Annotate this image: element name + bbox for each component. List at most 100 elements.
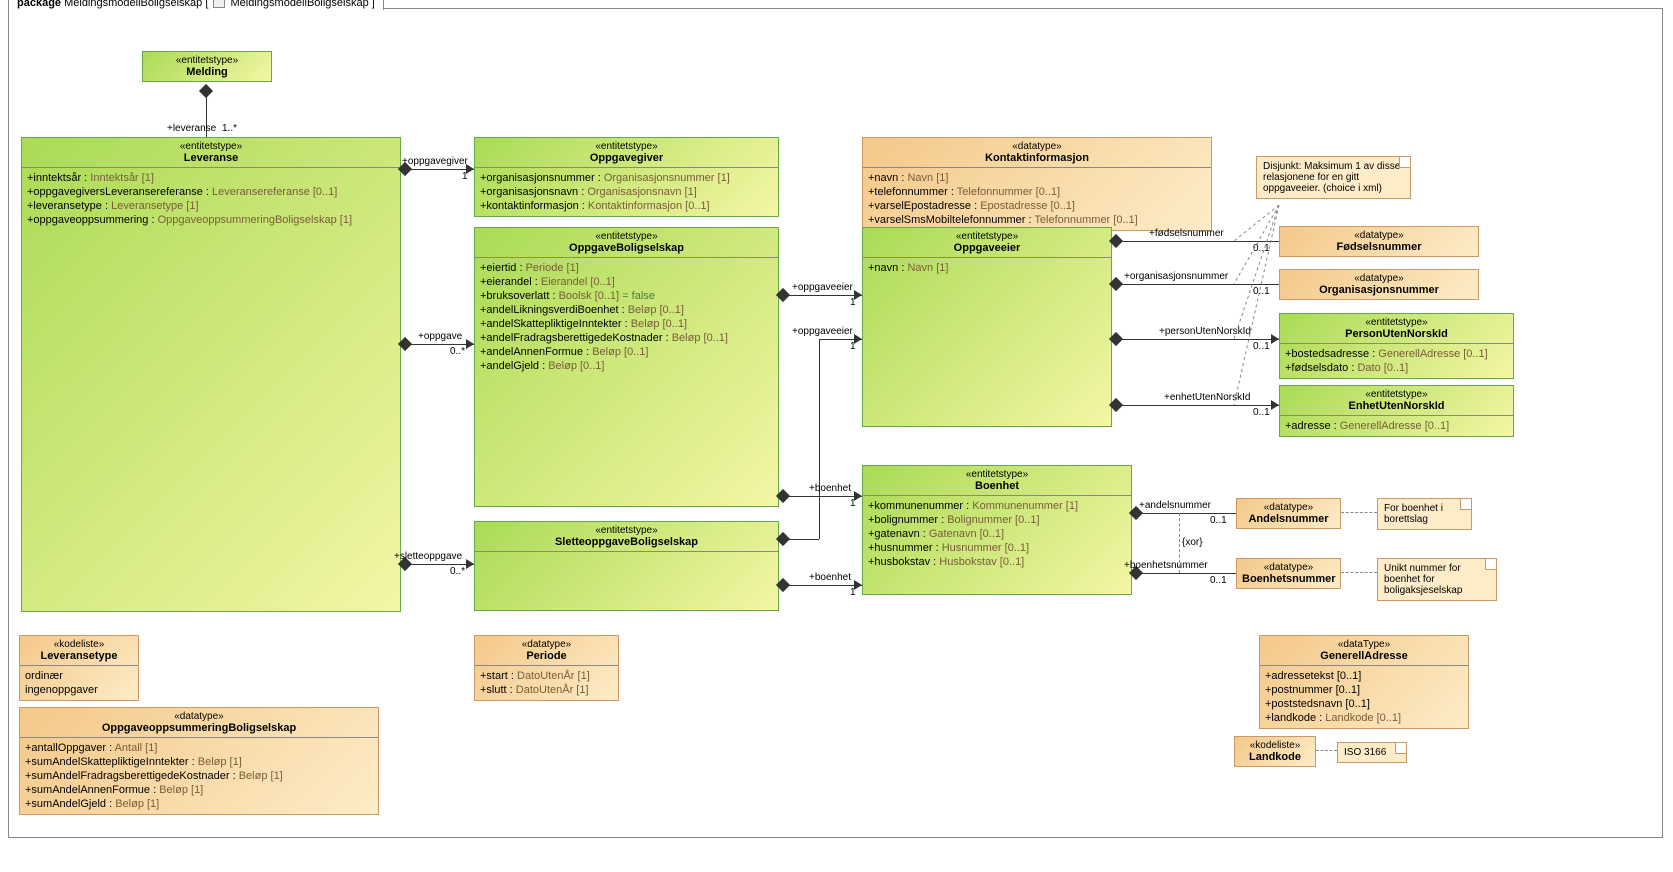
- role-fodselsnr: +fødselsnummer: [1149, 228, 1224, 239]
- class-fodselsnummer: «datatype» Fødselsnummer: [1279, 226, 1479, 257]
- class-leveransetype: «kodeliste» Leveransetype ordinær ingeno…: [19, 635, 139, 701]
- note-link-1: [1341, 512, 1377, 513]
- xor-dash: [1179, 513, 1180, 573]
- mult-zeromany: 0..*: [450, 346, 465, 357]
- role-boenhet2: +boenhet: [809, 572, 851, 583]
- stereo: «datatype»: [1242, 502, 1335, 513]
- stereo: «entitetstype»: [148, 55, 266, 66]
- stereo: «entitetstype»: [1285, 389, 1508, 400]
- class-name: Periode: [480, 650, 613, 662]
- pkg-ctx: MeldingsmodellBoligselskap: [231, 0, 369, 9]
- class-oppgave-boligselskap: «entitetstype» OppgaveBoligselskap +eier…: [474, 227, 779, 507]
- stereo: «entitetstype»: [480, 231, 773, 242]
- class-name: OppgaveBoligselskap: [480, 242, 773, 254]
- role-andelsnr: +andelsnummer: [1139, 500, 1211, 511]
- class-name: Oppgaveeier: [868, 242, 1106, 254]
- mult-zeroone: 0..1: [1210, 515, 1227, 526]
- class-name: GenerellAdresse: [1265, 650, 1463, 662]
- composition-diamond: [199, 84, 213, 98]
- mult-one: 1: [850, 341, 856, 352]
- stereo: «entitetstype»: [868, 469, 1126, 480]
- stereo: «entitetstype»: [868, 231, 1106, 242]
- stereo: «datatype»: [1242, 562, 1335, 573]
- class-leveranse: «entitetstype» Leveranse +inntektsår : I…: [21, 137, 401, 612]
- stereo: «datatype»: [25, 711, 373, 722]
- assoc-boenhet-andel: [1132, 513, 1236, 514]
- arrowhead-icon: [466, 339, 474, 349]
- mult-zeroone: 0..1: [1253, 286, 1270, 297]
- class-organisasjonsnummer: «datatype» Organisasjonsnummer: [1279, 269, 1479, 300]
- note-link-2: [1341, 572, 1377, 573]
- mult-zeromany: 0..*: [450, 566, 465, 577]
- pkg-kw: package: [17, 0, 61, 9]
- role-oppgavegiver: +oppgavegiver: [402, 156, 468, 167]
- stereo: «datatype»: [480, 639, 613, 650]
- package-icon: [213, 0, 225, 8]
- stereo: «entitetstype»: [27, 141, 395, 152]
- mult-zeroone: 0..1: [1253, 243, 1270, 254]
- role-leveranse: +leveranse: [167, 123, 216, 134]
- stereo: «entitetstype»: [480, 141, 773, 152]
- assoc-eier-enhet: [1112, 405, 1279, 406]
- role-oppgaveeier2: +oppgaveeier: [792, 326, 853, 337]
- class-name: OppgaveoppsummeringBoligselskap: [25, 722, 373, 734]
- assoc-slette-boenhet: [779, 585, 862, 586]
- role-orgnr: +organisasjonsnummer: [1124, 271, 1228, 282]
- stereo: «datatype»: [1285, 273, 1473, 284]
- mult-zeroone: 0..1: [1253, 341, 1270, 352]
- mult-zeroone: 0..1: [1253, 407, 1270, 418]
- mult-one: 1: [850, 498, 856, 509]
- arrowhead-icon: [466, 559, 474, 569]
- class-person-uten-norskid: «entitetstype» PersonUtenNorskId +bosted…: [1279, 313, 1514, 379]
- class-name: Leveranse: [27, 152, 395, 164]
- note-boligaksje: Unikt nummer for boenhet for boligaksjes…: [1377, 558, 1497, 601]
- package-tab: package MeldingsmodellBoligselskap [ Mel…: [8, 0, 384, 10]
- role-oppgaveeier: +oppgaveeier: [792, 282, 853, 293]
- mult-leveranse: 1..*: [222, 123, 237, 134]
- mult-one: 1: [462, 171, 468, 182]
- assoc-oppgave-eier: [779, 295, 862, 296]
- role-personuten: +personUtenNorskId: [1159, 326, 1251, 337]
- assoc-oppgave-boenhet: [779, 496, 862, 497]
- assoc-slette-eier-v: [819, 339, 820, 539]
- stereo: «datatype»: [1285, 230, 1473, 241]
- pkg-name: MeldingsmodellBoligselskap: [64, 0, 202, 9]
- class-oppsummering: «datatype» OppgaveoppsummeringBoligselsk…: [19, 707, 379, 815]
- stereo: «kodeliste»: [1240, 740, 1310, 751]
- stereo: «datatype»: [868, 141, 1206, 152]
- assoc-eier-fodsel: [1112, 241, 1279, 242]
- class-landkode: «kodeliste» Landkode: [1234, 736, 1316, 767]
- xor-label: {xor}: [1182, 537, 1203, 548]
- mult-one: 1: [850, 297, 856, 308]
- class-name: Melding: [148, 66, 266, 78]
- class-name: Organisasjonsnummer: [1285, 284, 1473, 296]
- stereo: «entitetstype»: [480, 525, 773, 536]
- stereo: «entitetstype»: [1285, 317, 1508, 328]
- class-name: SletteoppgaveBoligselskap: [480, 536, 773, 548]
- role-oppgave: +oppgave: [418, 331, 462, 342]
- role-boenhetnr: +boenhetsnummer: [1124, 560, 1208, 571]
- class-name: Boenhet: [868, 480, 1126, 492]
- stereo: «dataType»: [1265, 639, 1463, 650]
- note-borettslag: For boenhet i borettslag: [1377, 498, 1472, 530]
- note-disjunkt: Disjunkt: Maksimum 1 av disse relasjonen…: [1256, 156, 1411, 199]
- class-melding: «entitetstype» Melding: [142, 51, 272, 82]
- class-enhet-uten-norskid: «entitetstype» EnhetUtenNorskId +adresse…: [1279, 385, 1514, 437]
- class-boenhet: «entitetstype» Boenhet +kommunenummer : …: [862, 465, 1132, 595]
- class-name: EnhetUtenNorskId: [1285, 400, 1508, 412]
- class-boenhetsnummer: «datatype» Boenhetsnummer: [1236, 558, 1341, 589]
- role-sletteoppgave: +sletteoppgave: [394, 551, 462, 562]
- class-name: Fødselsnummer: [1285, 241, 1473, 253]
- class-oppgaveeier: «entitetstype» Oppgaveeier +navn : Navn …: [862, 227, 1112, 427]
- class-name: Kontaktinformasjon: [868, 152, 1206, 164]
- class-andelsnummer: «datatype» Andelsnummer: [1236, 498, 1341, 529]
- assoc-leveranse-slette: [401, 564, 474, 565]
- class-name: PersonUtenNorskId: [1285, 328, 1508, 340]
- assoc-leveranse-oppgave: [401, 344, 474, 345]
- arrowhead-icon: [1271, 400, 1279, 410]
- class-name: Oppgavegiver: [480, 152, 773, 164]
- class-oppgavegiver: «entitetstype» Oppgavegiver +organisasjo…: [474, 137, 779, 217]
- assoc-eier-person: [1112, 339, 1279, 340]
- class-periode: «datatype» Periode +start : DatoUtenÅr […: [474, 635, 619, 701]
- class-sletteoppgave: «entitetstype» SletteoppgaveBoligselskap: [474, 521, 779, 611]
